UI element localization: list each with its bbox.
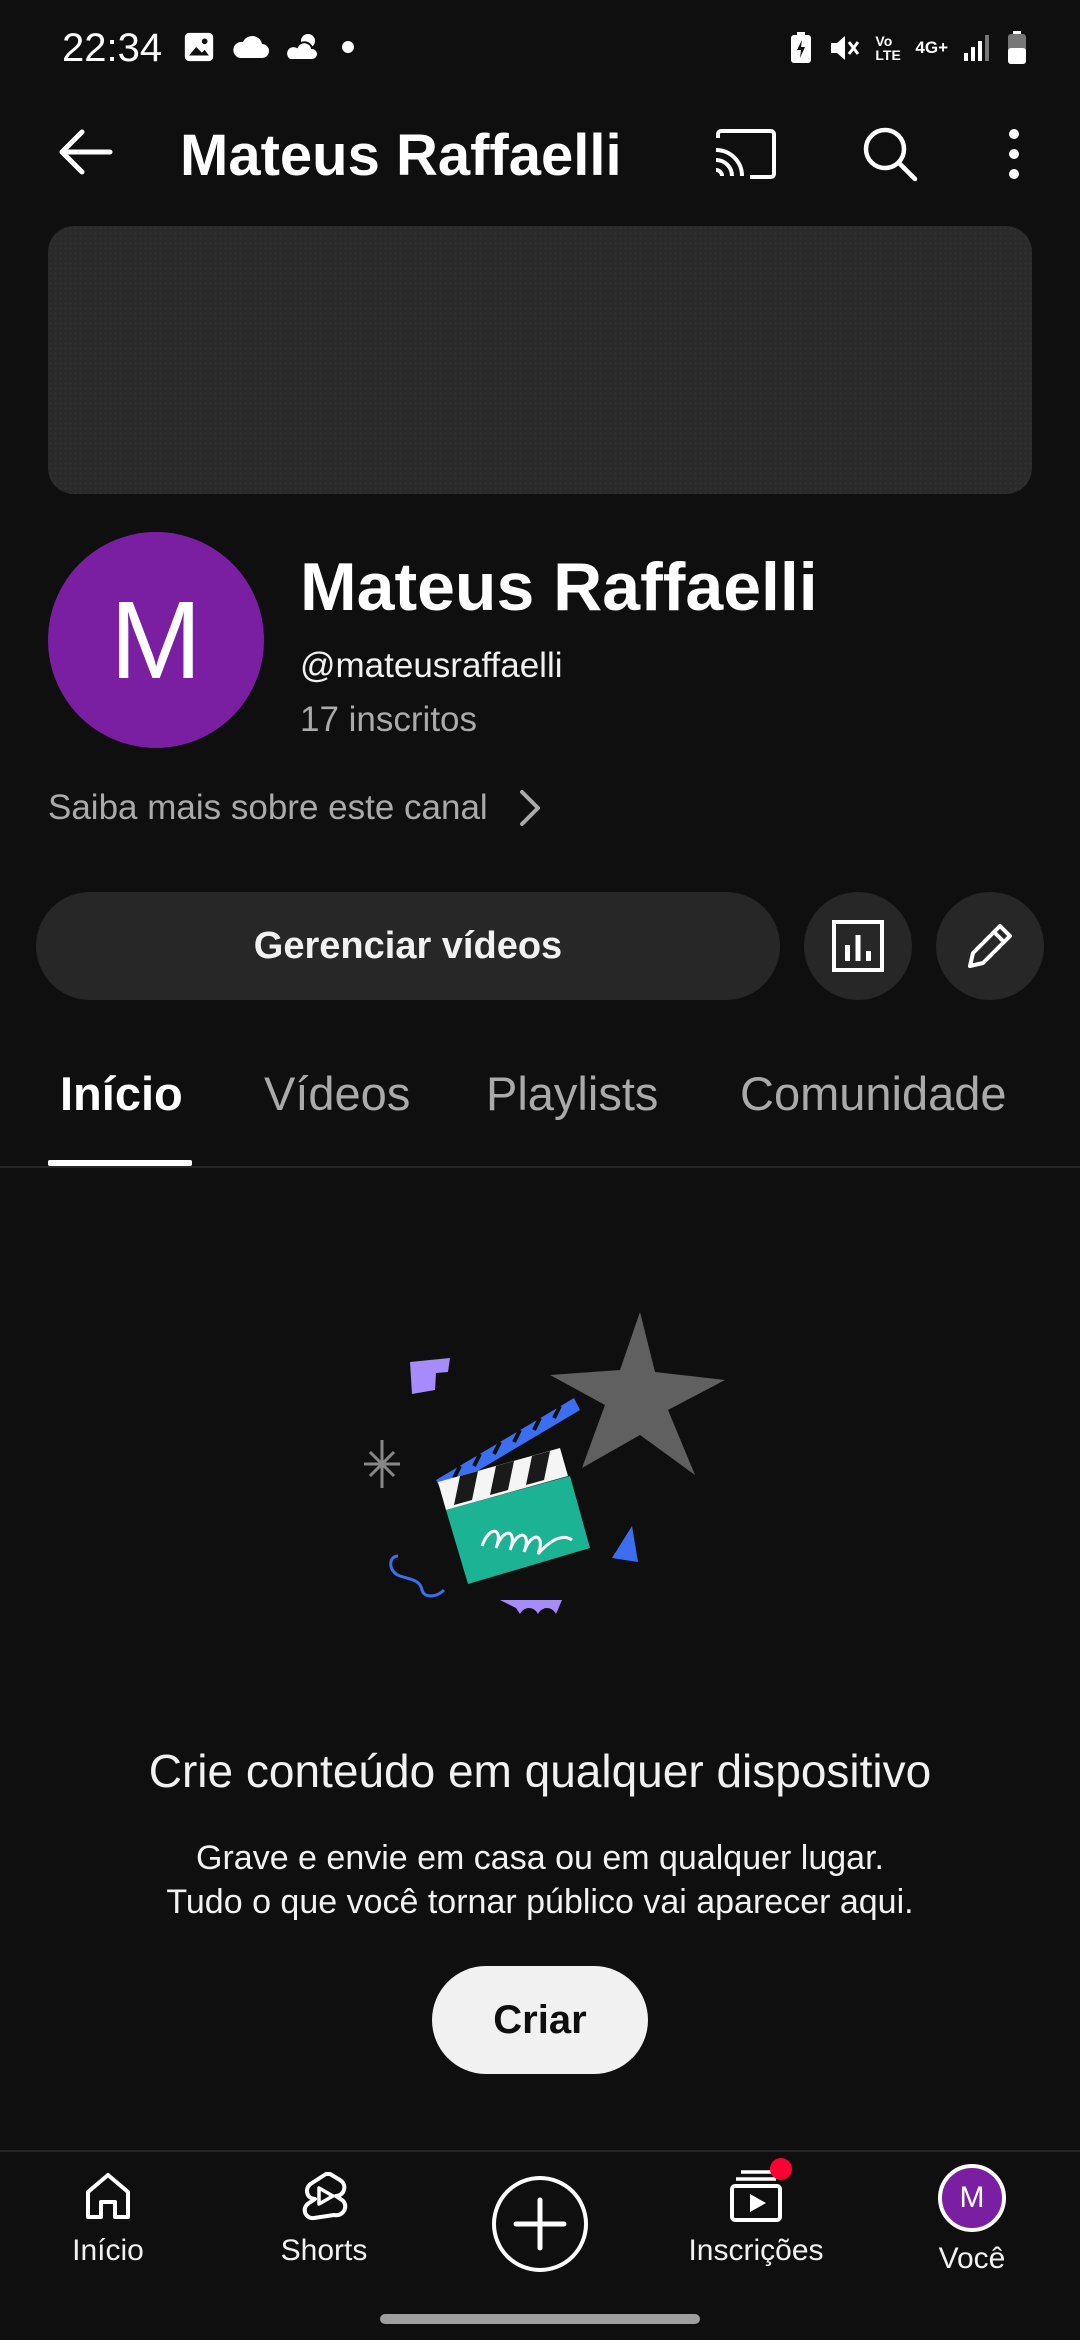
more-vert-icon[interactable] bbox=[1006, 126, 1022, 182]
mute-icon bbox=[831, 36, 860, 60]
home-icon bbox=[86, 2173, 130, 2219]
tab-divider bbox=[0, 1166, 1080, 1168]
manage-videos-button[interactable]: Gerenciar vídeos bbox=[36, 892, 780, 1000]
chevron-right-icon bbox=[519, 790, 540, 826]
empty-state-line-1: Grave e envie em casa ou em qualquer lug… bbox=[196, 1839, 884, 1877]
empty-state-line-2: Tudo o que você tornar público vai apare… bbox=[166, 1883, 914, 1921]
cast-icon[interactable] bbox=[712, 128, 776, 180]
account-avatar-icon: M bbox=[938, 2164, 1006, 2232]
status-time: 22:34 bbox=[62, 26, 163, 70]
search-icon[interactable] bbox=[860, 124, 920, 184]
nav-shorts-label: Shorts bbox=[280, 2234, 368, 2267]
status-right-icons: Vo LTE 4G+ bbox=[789, 30, 1028, 66]
nav-home-label: Início bbox=[72, 2234, 144, 2267]
analytics-button[interactable] bbox=[804, 892, 912, 1000]
edit-pencil-icon bbox=[968, 924, 1012, 968]
tab-comunidade[interactable]: Comunidade bbox=[740, 1066, 1007, 1121]
subscriptions-icon-wrap bbox=[726, 2158, 792, 2224]
avatar[interactable]: M bbox=[48, 532, 264, 748]
nav-home[interactable]: Início bbox=[0, 2168, 216, 2268]
tab-videos[interactable]: Vídeos bbox=[264, 1066, 410, 1121]
dot-icon bbox=[342, 41, 354, 53]
nav-subscriptions-label: Inscrições bbox=[688, 2234, 824, 2267]
nav-create[interactable] bbox=[432, 2174, 648, 2274]
create-plus-icon bbox=[492, 2176, 588, 2272]
nav-subscriptions[interactable]: Inscrições bbox=[648, 2158, 864, 2268]
nav-you[interactable]: M Você bbox=[864, 2164, 1080, 2276]
page-title: Mateus Raffaelli bbox=[180, 123, 622, 188]
channel-name: Mateus Raffaelli bbox=[300, 549, 818, 625]
channel-about-link[interactable]: Saiba mais sobre este canal bbox=[48, 788, 542, 828]
empty-state-description: Grave e envie em casa ou em qualquer lug… bbox=[0, 1836, 1080, 1924]
bottom-nav-divider bbox=[0, 2150, 1080, 2152]
network-4g-icon: 4G+ bbox=[915, 38, 948, 57]
battery-icon bbox=[1008, 31, 1026, 64]
volte-icon: Vo LTE bbox=[875, 33, 901, 63]
home-indicator bbox=[380, 2314, 700, 2324]
clapperboard-illustration bbox=[364, 1312, 725, 1614]
analytics-icon bbox=[832, 920, 884, 972]
create-button[interactable]: Criar bbox=[432, 1966, 648, 2074]
tab-inicio[interactable]: Início bbox=[60, 1066, 183, 1121]
edit-channel-button[interactable] bbox=[936, 892, 1044, 1000]
nav-you-label: Você bbox=[938, 2242, 1006, 2275]
nav-shorts[interactable]: Shorts bbox=[216, 2168, 432, 2268]
channel-about-label: Saiba mais sobre este canal bbox=[48, 788, 488, 827]
gallery-icon bbox=[184, 32, 214, 62]
signal-icon bbox=[964, 35, 989, 61]
shorts-icon bbox=[302, 2172, 348, 2221]
status-left-icons bbox=[182, 30, 358, 64]
back-arrow-icon[interactable] bbox=[54, 124, 114, 180]
cloud-icon bbox=[233, 35, 269, 58]
subscriber-count: 17 inscritos bbox=[300, 700, 478, 739]
channel-banner bbox=[48, 226, 1032, 494]
empty-state-title: Crie conteúdo em qualquer dispositivo bbox=[148, 1745, 932, 1797]
weather-icon bbox=[285, 34, 319, 61]
notification-dot bbox=[770, 2158, 792, 2180]
channel-handle: @mateusraffaelli bbox=[300, 646, 563, 685]
tab-playlists[interactable]: Playlists bbox=[486, 1066, 658, 1121]
battery-saver-icon bbox=[791, 32, 812, 63]
